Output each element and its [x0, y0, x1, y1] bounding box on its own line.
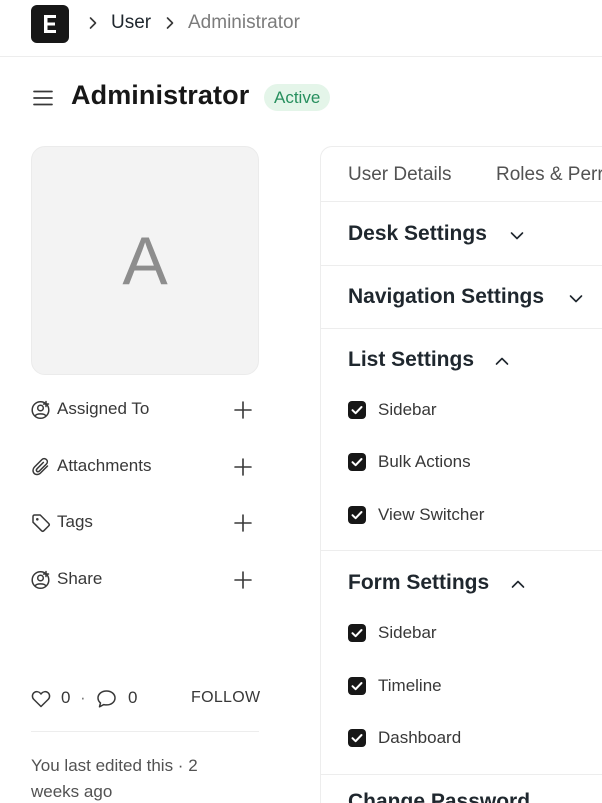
checkbox-label: Sidebar	[378, 623, 437, 642]
tab-roles-permissions[interactable]: Roles & Perr	[496, 164, 602, 186]
breadcrumb-administrator[interactable]: Administrator	[188, 12, 300, 34]
sidebar-item-label: Tags	[57, 512, 93, 531]
stats-separator: ·	[80, 688, 86, 707]
sidebar-item-tags[interactable]: Tags	[31, 510, 253, 536]
checkbox[interactable]	[348, 506, 366, 524]
checkbox[interactable]	[348, 729, 366, 747]
chevron-down-icon[interactable]	[568, 291, 584, 307]
section-desk-settings[interactable]: Desk Settings	[348, 222, 487, 246]
app-logo[interactable]	[31, 5, 69, 43]
checkbox[interactable]	[348, 401, 366, 419]
sidebar-item-label: Share	[57, 569, 103, 588]
sidebar-item-share[interactable]: Share	[31, 567, 253, 593]
assign-user-icon	[31, 400, 50, 420]
check-icon	[351, 406, 363, 415]
section-divider	[320, 550, 602, 551]
comment-icon[interactable]	[96, 689, 117, 709]
hamburger-menu-icon[interactable]	[33, 88, 53, 108]
sidebar-item-label: Assigned To	[57, 399, 150, 418]
checkbox[interactable]	[348, 624, 366, 642]
chevron-up-icon[interactable]	[494, 353, 510, 369]
add-attachment-icon[interactable]	[233, 457, 253, 477]
check-icon	[351, 629, 363, 638]
add-assignee-icon[interactable]	[233, 400, 253, 420]
heart-icon[interactable]	[31, 689, 51, 709]
checkbox-label: Dashboard	[378, 728, 462, 747]
tab-user-details[interactable]: User Details	[348, 164, 451, 186]
chevron-right-icon	[166, 17, 174, 29]
check-icon	[351, 511, 363, 520]
chevron-down-icon[interactable]	[509, 228, 525, 244]
last-edited-text: You last edited this · 2 weeks ago	[31, 756, 198, 801]
checkbox-label: Sidebar	[378, 400, 437, 419]
form-tabs: User Details Roles & Perr	[320, 146, 602, 202]
section-divider	[320, 328, 602, 329]
page-title: Administrator	[71, 80, 250, 110]
sidebar-item-assigned-to[interactable]: Assigned To	[31, 397, 253, 423]
checkbox[interactable]	[348, 677, 366, 695]
sidebar-item-label: Attachments	[57, 456, 152, 475]
checkbox-label: Timeline	[378, 676, 442, 695]
section-divider	[320, 265, 602, 266]
logo-e-icon	[44, 15, 56, 33]
add-tag-icon[interactable]	[233, 513, 253, 533]
check-icon	[351, 734, 363, 743]
follow-button[interactable]: FOLLOW	[191, 689, 260, 707]
check-icon	[351, 682, 363, 691]
paperclip-icon	[32, 457, 49, 476]
checkbox[interactable]	[348, 453, 366, 471]
comment-count: 0	[128, 688, 138, 707]
breadcrumb-user[interactable]: User	[111, 12, 151, 34]
section-form-settings[interactable]: Form Settings	[348, 571, 489, 595]
tag-icon	[32, 514, 50, 532]
avatar[interactable]: A	[31, 146, 259, 375]
like-count: 0	[61, 688, 71, 707]
sidebar-item-attachments[interactable]: Attachments	[31, 454, 253, 480]
add-share-icon[interactable]	[233, 570, 253, 590]
status-badge: Active	[264, 84, 331, 111]
section-navigation-settings[interactable]: Navigation Settings	[348, 285, 544, 309]
checkbox-label: Bulk Actions	[378, 452, 471, 471]
chevron-right-icon	[89, 17, 97, 29]
section-divider	[320, 774, 602, 775]
top-navbar: User Administrator	[0, 0, 602, 57]
chevron-up-icon[interactable]	[510, 576, 526, 592]
check-icon	[351, 458, 363, 467]
checkbox-label: View Switcher	[378, 505, 485, 524]
sidebar-divider	[31, 731, 259, 732]
section-change-password[interactable]: Change Password	[348, 790, 530, 803]
section-list-settings[interactable]: List Settings	[348, 348, 474, 372]
share-user-icon	[31, 570, 50, 590]
avatar-initial: A	[122, 223, 168, 299]
